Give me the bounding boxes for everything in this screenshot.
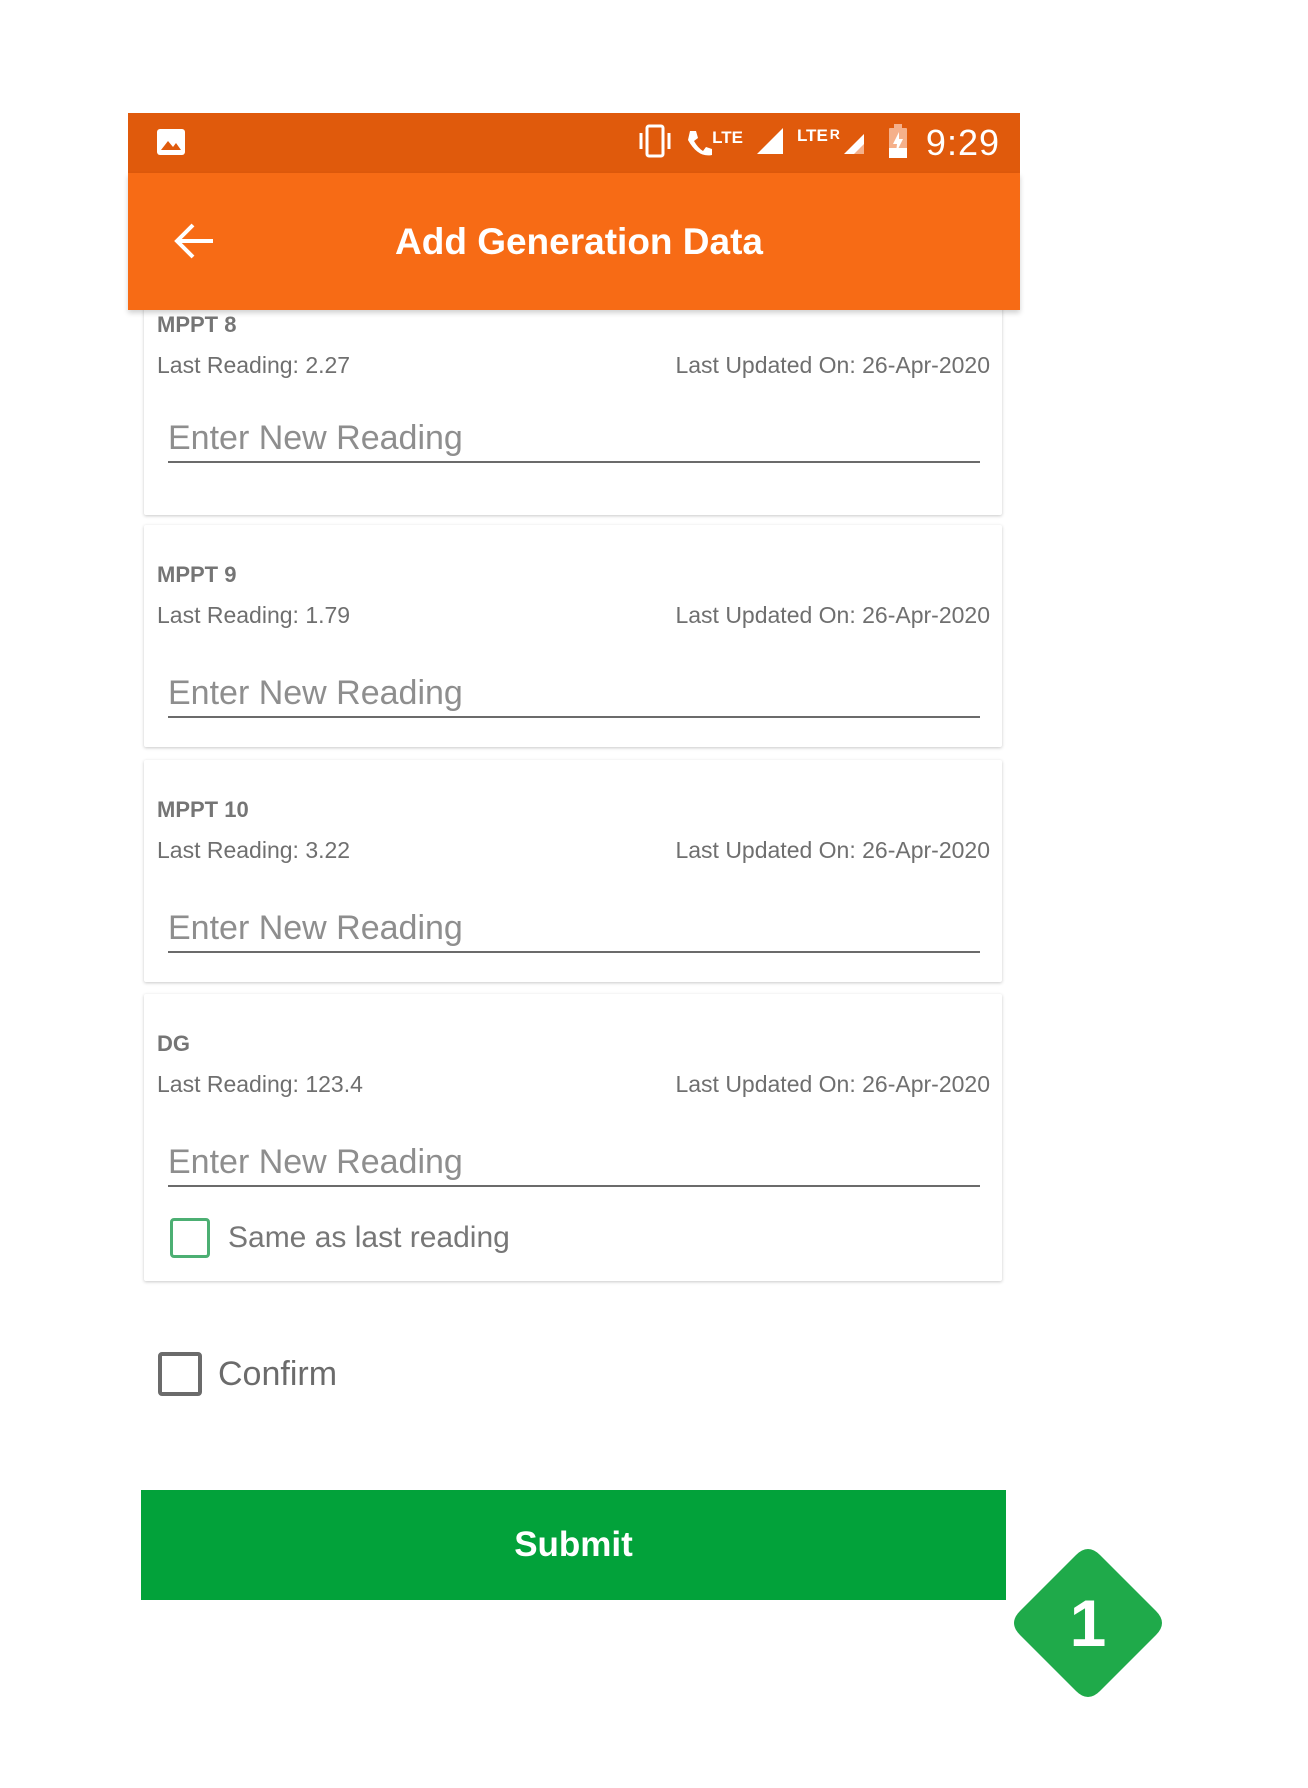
last-updated: Last Updated On: 26-Apr-2020 xyxy=(675,352,990,378)
vibrate-icon xyxy=(636,124,674,163)
card-title: MPPT 8 xyxy=(157,312,237,337)
same-as-last-row[interactable]: Same as last reading xyxy=(170,1218,510,1258)
signal-icon xyxy=(755,126,785,161)
reading-card-dg: DG Last Reading: 123.4 Last Updated On: … xyxy=(144,994,1002,1281)
card-title: MPPT 9 xyxy=(157,562,237,587)
new-reading-input[interactable] xyxy=(168,670,980,718)
step-badge: 1 xyxy=(1008,1543,1168,1703)
app-bar: Add Generation Data xyxy=(128,173,1020,310)
phone-screen: LTE LTE R 9:29 Add Generation Data MPPT … xyxy=(128,113,1020,1713)
same-as-last-checkbox[interactable] xyxy=(170,1218,210,1258)
same-as-last-label: Same as last reading xyxy=(228,1221,510,1254)
signal-roaming-icon xyxy=(842,126,866,161)
roaming-label: R xyxy=(829,125,840,142)
last-reading: Last Reading: 3.22 xyxy=(157,837,351,863)
status-bar: LTE LTE R 9:29 xyxy=(128,113,1020,173)
page-title: Add Generation Data xyxy=(395,221,763,262)
last-updated: Last Updated On: 26-Apr-2020 xyxy=(675,1071,990,1097)
new-reading-input[interactable] xyxy=(168,905,980,953)
reading-card-mppt-10: MPPT 10 Last Reading: 3.22 Last Updated … xyxy=(144,760,1002,982)
confirm-label: Confirm xyxy=(218,1354,338,1393)
last-reading: Last Reading: 1.79 xyxy=(157,602,351,628)
card-title: MPPT 10 xyxy=(157,797,249,822)
new-reading-input[interactable] xyxy=(168,1139,980,1187)
image-notification-icon xyxy=(156,128,186,161)
new-reading-input[interactable] xyxy=(168,415,980,463)
lte-label-2: LTE xyxy=(796,125,828,145)
lte-label: LTE xyxy=(712,128,743,147)
battery-charging-icon xyxy=(888,123,908,163)
reading-card-mppt-9: MPPT 9 Last Reading: 1.79 Last Updated O… xyxy=(144,525,1002,747)
reading-card-mppt-8: MPPT 8 Last Reading: 2.27 Last Updated O… xyxy=(144,290,1002,515)
last-reading: Last Reading: 123.4 xyxy=(157,1071,363,1097)
last-reading: Last Reading: 2.27 xyxy=(157,352,351,378)
volte-call-icon: LTE xyxy=(686,128,743,158)
status-icons: LTE LTE R 9:29 xyxy=(636,113,1000,173)
last-updated: Last Updated On: 26-Apr-2020 xyxy=(675,602,990,628)
readings-list[interactable]: MPPT 8 Last Reading: 2.27 Last Updated O… xyxy=(128,290,1020,1713)
confirm-row[interactable]: Confirm xyxy=(158,1352,337,1396)
submit-button[interactable]: Submit xyxy=(141,1490,1006,1600)
step-number: 1 xyxy=(1069,1586,1107,1660)
lte-roaming-signal: LTE R xyxy=(797,126,866,161)
last-updated: Last Updated On: 26-Apr-2020 xyxy=(675,837,990,863)
card-title: DG xyxy=(157,1031,190,1056)
confirm-checkbox[interactable] xyxy=(158,1352,202,1396)
status-time: 9:29 xyxy=(925,122,1000,163)
